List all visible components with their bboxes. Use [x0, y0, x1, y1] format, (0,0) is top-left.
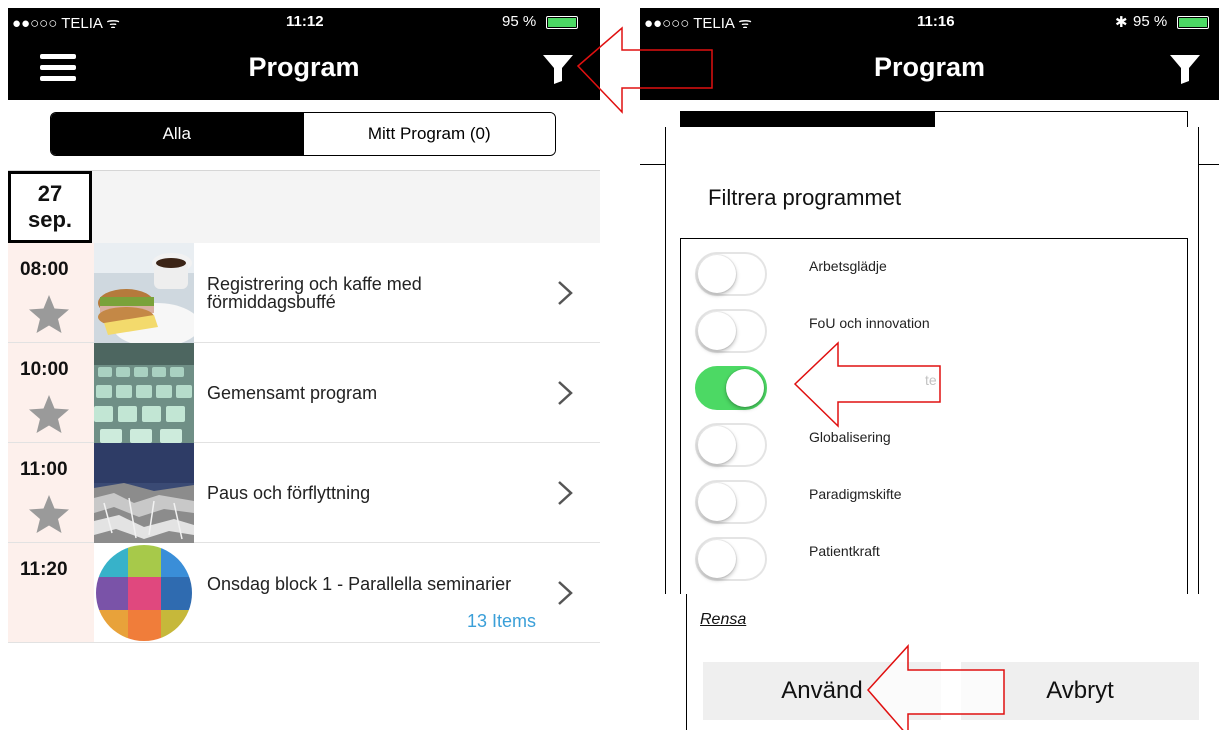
filter-icon[interactable]	[1169, 54, 1201, 84]
color-grid-circle	[96, 545, 192, 641]
status-bar: ●●○○○ TELIA ᯤ 11:12 95 %	[8, 8, 600, 34]
auditorium-seats-photo	[94, 343, 194, 443]
time-column: 08:00	[8, 243, 94, 342]
star-icon[interactable]	[28, 493, 70, 535]
nav-bar: Program	[640, 34, 1219, 100]
tab-switcher-background	[680, 111, 934, 127]
breakfast-photo	[94, 243, 194, 343]
filter-row: Patientkraft	[681, 537, 1187, 594]
filter-label: Patientkraft	[809, 543, 880, 559]
items-count: 13 Items	[466, 611, 536, 631]
program-row[interactable]: 08:00 Registrering och kaffe med förmidd…	[8, 243, 600, 343]
page-title: Program	[248, 52, 360, 82]
date-badge: 27 sep.	[8, 171, 92, 243]
toggle-knob	[698, 483, 736, 521]
tab-switcher: Alla Mitt Program (0)	[50, 112, 556, 156]
star-icon[interactable]	[28, 293, 70, 335]
chevron-right-icon[interactable]	[556, 479, 574, 507]
apply-button[interactable]: Använd	[703, 662, 941, 720]
session-title: Gemensamt program	[207, 383, 378, 403]
filter-label: Arbetsglädje	[809, 258, 887, 274]
star-icon[interactable]	[28, 393, 70, 435]
time-column: 11:20	[8, 543, 94, 642]
toggle-knob	[726, 369, 764, 407]
session-time: 08:00	[20, 259, 69, 280]
filter-row: Paradigmskifte	[681, 480, 1187, 537]
program-row[interactable]: 11:20 Onsdag block 1 - Parallella semina…	[8, 543, 600, 643]
battery-icon	[546, 16, 578, 29]
date-header	[8, 171, 600, 243]
tab-switcher-background	[934, 111, 1188, 127]
chevron-right-icon[interactable]	[556, 379, 574, 407]
battery-percent: 95 %	[1133, 13, 1168, 30]
session-title: Registrering och kaffe med förmiddagsbuf…	[207, 274, 422, 312]
toggle-switch[interactable]	[695, 423, 767, 467]
time-column: 10:00	[8, 343, 94, 442]
battery-percent: 95 %	[502, 13, 537, 30]
clock: 11:16	[917, 13, 955, 30]
carrier-label: ●●○○○ TELIA ᯤ	[644, 15, 752, 32]
filter-label: Globalisering	[809, 429, 891, 445]
session-title: Onsdag block 1 - Parallella seminarier	[207, 574, 512, 594]
clock: 11:12	[286, 13, 324, 30]
chevron-right-icon[interactable]	[556, 579, 574, 607]
program-row[interactable]: 10:00 Gemensamt program	[8, 343, 600, 443]
filter-label: FoU och innovation	[809, 315, 930, 331]
divider	[640, 164, 666, 165]
time-column: 11:00	[8, 443, 94, 542]
nav-bar: Program	[8, 34, 600, 100]
filter-label: Paradigmskifte	[809, 486, 902, 502]
program-row[interactable]: 11:00 Paus och förflyttning	[8, 443, 600, 543]
toggle-knob	[698, 312, 736, 350]
toggle-knob	[698, 426, 736, 464]
toggle-switch[interactable]	[695, 366, 767, 410]
filter-row: Globalisering	[681, 423, 1187, 480]
toggle-switch[interactable]	[695, 309, 767, 353]
date-month: sep.	[27, 207, 73, 232]
dialog-title: Filtrera programmet	[708, 185, 902, 210]
toggle-knob	[698, 540, 736, 578]
status-bar: ●●○○○ TELIA ᯤ 11:16 ✱ 95 %	[640, 8, 1219, 34]
filter-row: Arbetsglädje	[681, 252, 1187, 309]
battery-icon	[1177, 16, 1209, 29]
toggle-switch[interactable]	[695, 480, 767, 524]
toggle-knob	[698, 255, 736, 293]
toggle-switch[interactable]	[695, 252, 767, 296]
tab-mitt-program[interactable]: Mitt Program (0)	[302, 113, 555, 155]
program-list-screen: ●●○○○ TELIA ᯤ 11:12 95 % Program Alla Mi…	[0, 0, 600, 730]
session-time: 11:20	[20, 559, 68, 580]
cancel-button[interactable]: Avbryt	[961, 662, 1199, 720]
clear-link[interactable]: Rensa	[700, 611, 746, 629]
filter-label: te	[925, 372, 937, 388]
divider	[1198, 164, 1219, 165]
filter-row: te	[681, 366, 1187, 423]
tab-alla[interactable]: Alla	[51, 113, 303, 155]
filter-icon[interactable]	[542, 54, 574, 84]
carrier-label: ●●○○○ TELIA ᯤ	[12, 15, 120, 32]
toggle-switch[interactable]	[695, 537, 767, 581]
page-title: Program	[873, 52, 986, 82]
session-time: 10:00	[20, 359, 69, 380]
crumpled-foil-photo	[94, 443, 194, 543]
filter-row: FoU och innovation	[681, 309, 1187, 366]
session-time: 11:00	[20, 459, 68, 480]
bluetooth-icon: ✱	[1115, 14, 1128, 31]
date-day: 27	[37, 181, 63, 206]
session-title: Paus och förflyttning	[207, 483, 371, 503]
filter-list: Arbetsglädje FoU och innovation te Globa…	[680, 238, 1188, 594]
chevron-right-icon[interactable]	[556, 279, 574, 307]
